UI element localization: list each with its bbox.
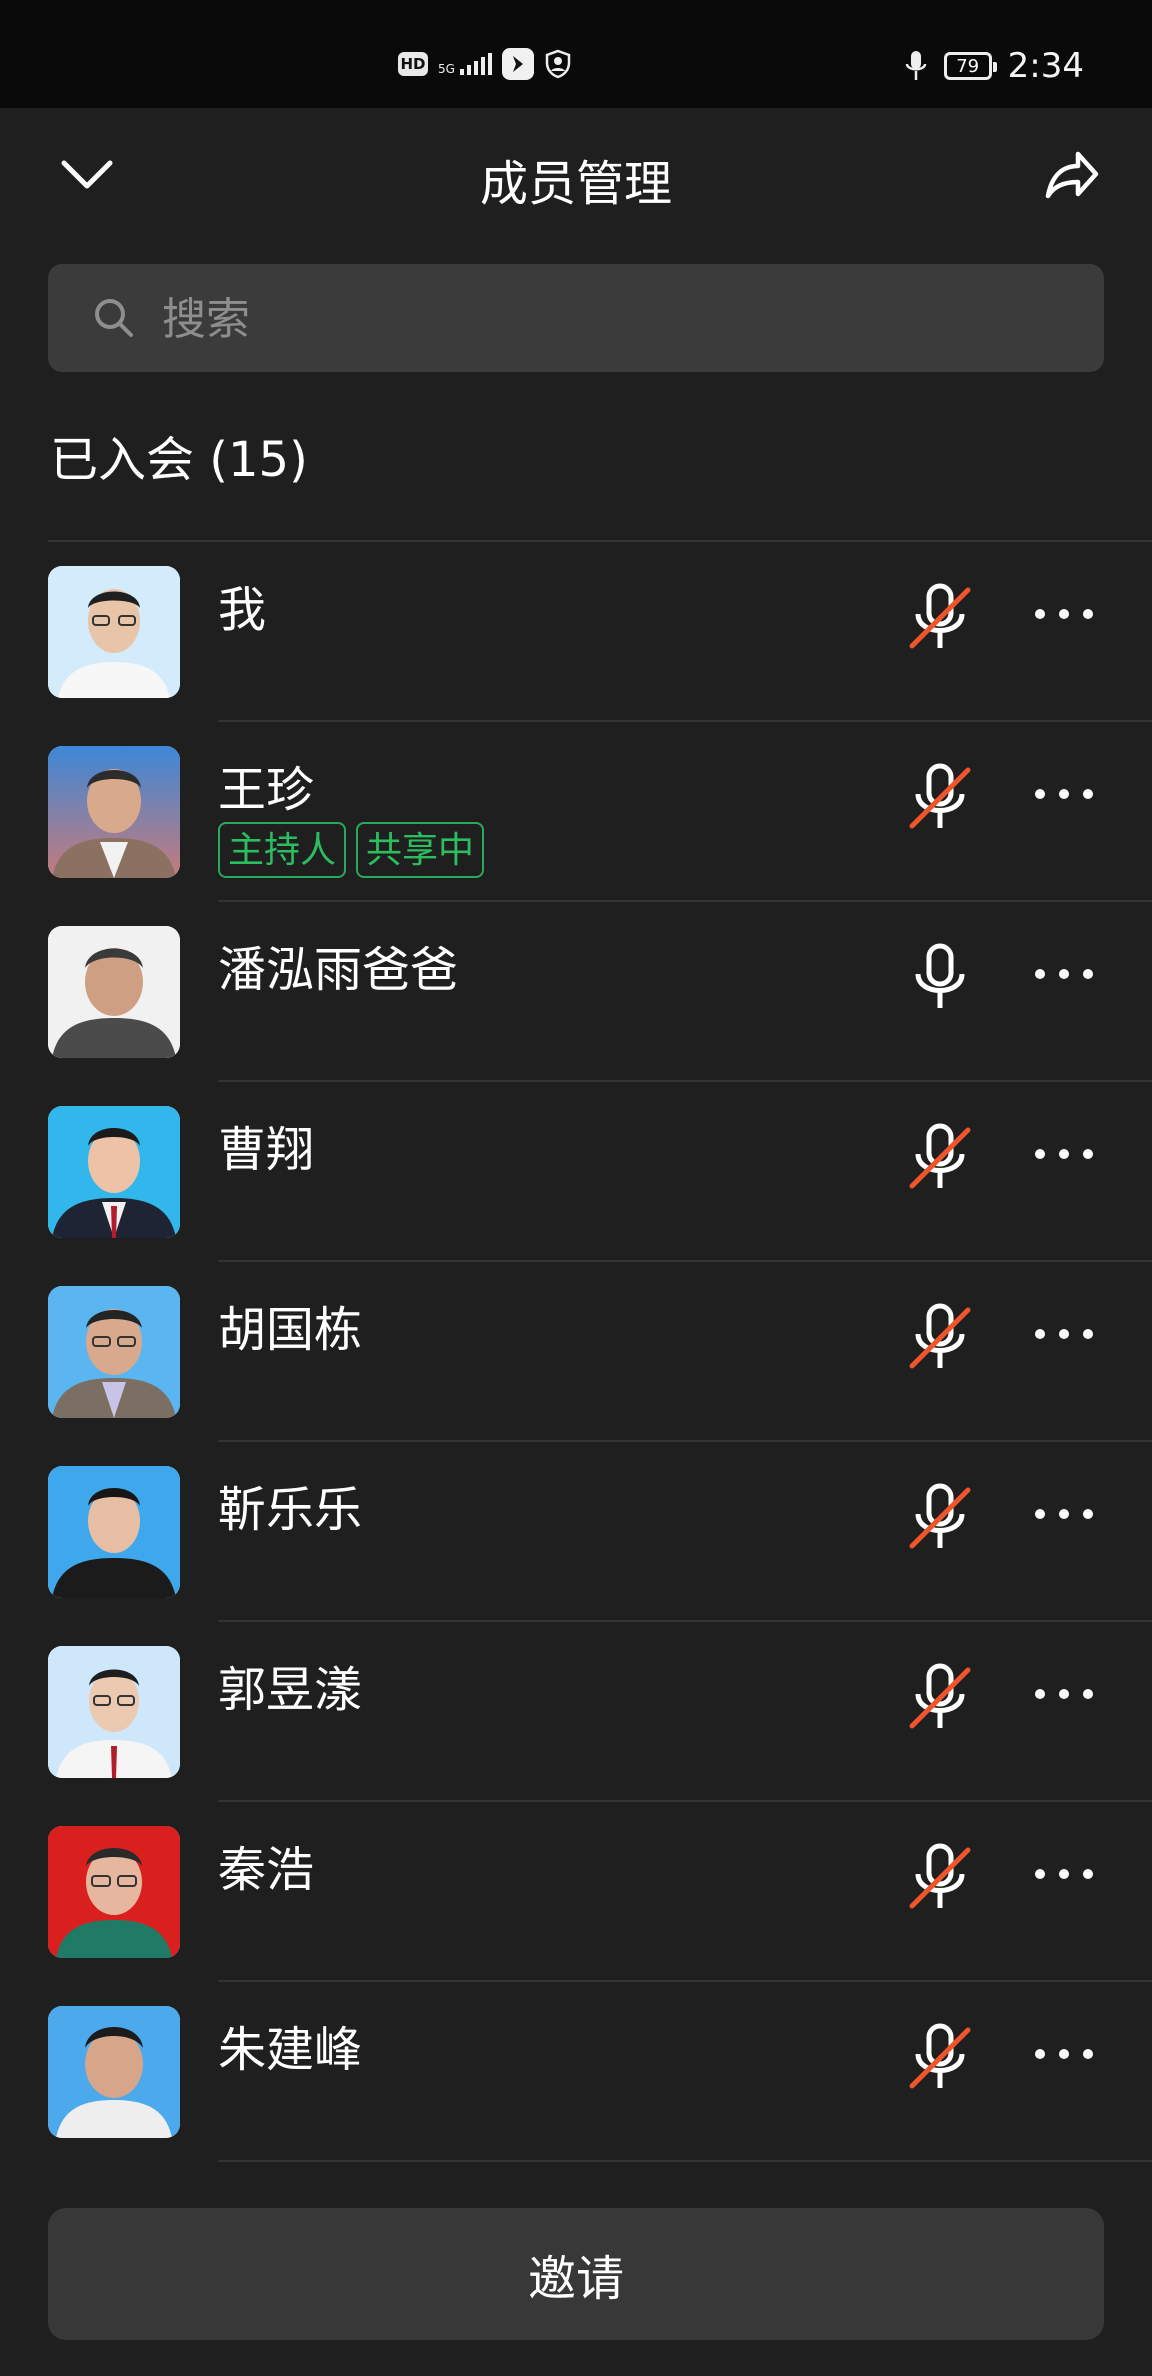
member-list: 我 王珍 主持人 共享中 潘泓雨爸爸 曹翔 胡国栋 靳乐乐 郭昱漾 秦浩 朱建峰 [0, 542, 1152, 2162]
avatar [48, 1646, 180, 1778]
battery-icon: 79 [943, 52, 997, 80]
search-box[interactable] [48, 264, 1104, 372]
more-icon[interactable] [1032, 962, 1096, 986]
search-input[interactable] [160, 284, 1064, 354]
more-icon[interactable] [1032, 602, 1096, 626]
avatar [48, 746, 180, 878]
member-name: 朱建峰 [218, 2022, 363, 2078]
microphone-muted-icon[interactable] [906, 1480, 974, 1558]
avatar [48, 1466, 180, 1598]
avatar [48, 2006, 180, 2138]
host-badge: 主持人 [218, 822, 347, 878]
more-icon[interactable] [1032, 1322, 1096, 1346]
microphone-status-icon [905, 51, 926, 80]
avatar [48, 926, 180, 1058]
avatar [48, 1826, 180, 1958]
member-row[interactable]: 王珍 主持人 共享中 [0, 722, 1152, 902]
member-row[interactable]: 曹翔 [0, 1082, 1152, 1262]
member-name: 曹翔 [218, 1122, 315, 1178]
microphone-icon[interactable] [906, 940, 974, 1018]
more-icon[interactable] [1032, 1862, 1096, 1886]
network-type: 5G [438, 62, 455, 76]
microphone-muted-icon[interactable] [906, 1660, 974, 1738]
more-icon[interactable] [1032, 1142, 1096, 1166]
member-row[interactable]: 秦浩 [0, 1802, 1152, 1982]
member-name: 靳乐乐 [218, 1482, 363, 1538]
avatar [48, 566, 180, 698]
microphone-muted-icon[interactable] [906, 580, 974, 658]
status-bar: HD 5G 79 2:34 [0, 0, 1152, 108]
avatar [48, 1286, 180, 1418]
more-icon[interactable] [1032, 782, 1096, 806]
microphone-muted-icon[interactable] [906, 1300, 974, 1378]
microphone-muted-icon[interactable] [906, 2020, 974, 2098]
member-row[interactable]: 潘泓雨爸爸 [0, 902, 1152, 1082]
header: 成员管理 [0, 108, 1152, 243]
microphone-muted-icon[interactable] [906, 1840, 974, 1918]
member-row[interactable]: 靳乐乐 [0, 1442, 1152, 1622]
member-name: 胡国栋 [218, 1302, 363, 1358]
member-row[interactable]: 郭昱漾 [0, 1622, 1152, 1802]
privacy-icon [545, 49, 571, 79]
sharing-badge: 共享中 [356, 822, 485, 878]
more-icon[interactable] [1032, 1502, 1096, 1526]
member-row[interactable]: 我 [0, 542, 1152, 722]
microphone-muted-icon[interactable] [906, 760, 974, 838]
invite-button[interactable]: 邀请 [48, 2208, 1104, 2340]
network-signal-icon: 5G [438, 53, 492, 75]
member-name: 王珍 [218, 762, 315, 818]
page-title: 成员管理 [479, 156, 672, 212]
member-name: 郭昱漾 [218, 1662, 363, 1718]
avatar [48, 1106, 180, 1238]
more-icon[interactable] [1032, 1682, 1096, 1706]
search-icon [95, 299, 133, 337]
status-left-icons: HD 5G [398, 48, 572, 80]
microphone-muted-icon[interactable] [906, 1120, 974, 1198]
status-right-icons: 79 2:34 [904, 46, 1084, 86]
joined-section-title: 已入会 (15) [50, 432, 308, 488]
more-icon[interactable] [1032, 2042, 1096, 2066]
clock: 2:34 [1007, 46, 1084, 86]
member-name: 秦浩 [218, 1842, 315, 1898]
member-tags: 主持人 共享中 [218, 822, 485, 878]
member-row[interactable]: 朱建峰 [0, 1982, 1152, 2162]
hd-icon: HD [398, 52, 428, 76]
app-notification-icon [501, 48, 534, 80]
battery-level: 79 [956, 55, 980, 77]
member-name: 我 [218, 582, 267, 638]
member-row[interactable]: 胡国栋 [0, 1262, 1152, 1442]
share-icon[interactable] [1040, 144, 1100, 204]
member-name: 潘泓雨爸爸 [218, 942, 459, 998]
